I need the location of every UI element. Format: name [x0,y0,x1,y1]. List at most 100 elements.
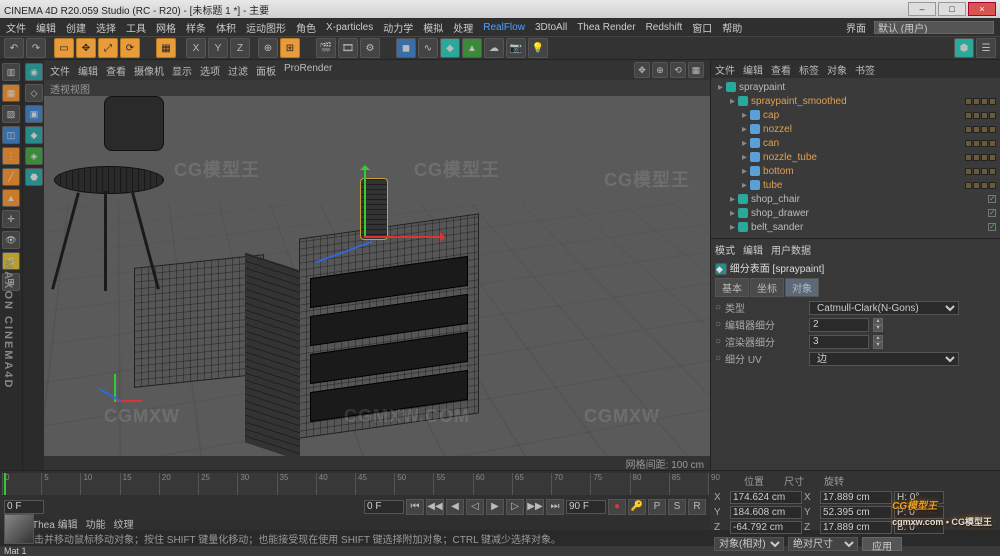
viewport-solo[interactable]: 👁 [2,231,20,249]
tree-row[interactable]: ▸spraypaint [715,80,996,94]
attr-类型[interactable]: Catmull-Clark(N-Gons) [809,301,959,315]
palette-5[interactable]: ◈ [25,147,43,165]
pos-Y[interactable] [730,506,802,519]
edge-mode[interactable]: ╱ [2,168,20,186]
om-menu-file[interactable]: 文件 [715,62,735,77]
attr-编辑器细分[interactable] [809,318,869,332]
vp-menu-edit[interactable]: 编辑 [78,63,98,78]
vp-menu-view[interactable]: 查看 [106,63,126,78]
object-name[interactable]: nozzel [763,124,962,135]
menu-file[interactable]: 文件 [6,20,26,35]
recent-tool[interactable]: ▦ [156,38,176,58]
menu-3dtoall[interactable]: 3DtoAll [535,22,567,33]
visibility-check[interactable] [988,195,996,203]
timeline[interactable]: 051015202530354045505560657075808590 [2,473,708,495]
object-name[interactable]: spraypaint [739,82,993,93]
tag-icon[interactable] [981,182,988,189]
tree-row[interactable]: ▸belt_sander [715,220,996,234]
coord-mode-1[interactable]: 对象(相对) [714,537,784,551]
tree-row[interactable]: ▸nozzle_tube [715,150,996,164]
layout-select[interactable] [874,21,994,34]
tag-icon[interactable] [973,140,980,147]
goto-end[interactable]: ⏭ [546,499,564,515]
add-generator[interactable]: ◆ [440,38,460,58]
object-name[interactable]: can [763,138,962,149]
goto-start[interactable]: ⏮ [406,499,424,515]
object-name[interactable]: nozzle_tube [763,152,962,163]
material-swatch[interactable] [4,514,34,544]
om-menu-bookmarks[interactable]: 书签 [855,62,875,77]
object-name[interactable]: cap [763,110,962,121]
tag-icon[interactable] [965,126,972,133]
vp-menu-options[interactable]: 选项 [200,63,220,78]
attr-tab-userdata[interactable]: 用户数据 [771,242,811,257]
scale-tool[interactable]: ⤢ [98,38,118,58]
menu-window[interactable]: 窗口 [692,20,712,35]
texture-mode[interactable]: ▨ [2,105,20,123]
tag-icon[interactable] [981,168,988,175]
om-menu-objects[interactable]: 对象 [827,62,847,77]
spinner[interactable]: ▴▾ [873,335,883,349]
tree-row[interactable]: ▸shop_drawer [715,206,996,220]
render-view[interactable]: 🎬 [316,38,336,58]
vp-nav-pan[interactable]: ✥ [634,62,650,78]
polygon-mode[interactable]: ▲ [2,189,20,207]
tag-icon[interactable] [981,126,988,133]
visibility-check[interactable] [988,223,996,231]
coord-system[interactable]: ⊕ [258,38,278,58]
menu-mesh[interactable]: 网格 [156,20,176,35]
menu-tools[interactable]: 工具 [126,20,146,35]
tag-icon[interactable] [965,112,972,119]
pos-Z[interactable] [730,521,802,534]
undo-button[interactable]: ↶ [4,38,24,58]
tag-icon[interactable] [989,182,996,189]
object-name[interactable]: belt_sander [751,222,982,233]
render-settings[interactable]: ⚙ [360,38,380,58]
object-name[interactable]: shop_drawer [751,208,982,219]
frame-start[interactable] [4,500,44,514]
object-name[interactable]: spraypaint_smoothed [751,96,962,107]
vp-menu-prorender[interactable]: ProRender [284,63,332,78]
tag-icon[interactable] [973,182,980,189]
record-key[interactable]: ● [608,499,626,515]
object-shop-drawer[interactable] [299,213,479,438]
menu-select[interactable]: 选择 [96,20,116,35]
tag-icon[interactable] [989,98,996,105]
play-forward[interactable]: ▶ [486,499,504,515]
menu-edit[interactable]: 编辑 [36,20,56,35]
tag-icon[interactable] [965,182,972,189]
tree-row[interactable]: ▸spraypaint_smoothed [715,94,996,108]
window-minimize[interactable]: – [908,2,936,16]
menu-create[interactable]: 创建 [66,20,86,35]
palette-6[interactable]: ⬣ [25,168,43,186]
window-close[interactable]: × [968,2,996,16]
tag-icon[interactable] [981,140,988,147]
coord-mode-2[interactable]: 绝对尺寸 [788,537,858,551]
add-light[interactable]: 💡 [528,38,548,58]
vp-menu-camera[interactable]: 摄像机 [134,63,164,78]
vp-nav-orbit[interactable]: ⟲ [670,62,686,78]
tag-icon[interactable] [989,154,996,161]
axis-x-toggle[interactable]: X [186,38,206,58]
menu-help[interactable]: 帮助 [722,20,742,35]
frame-end[interactable] [566,500,606,514]
mat-menu-function[interactable]: 功能 [86,516,106,531]
om-menu-view[interactable]: 查看 [771,62,791,77]
tag-icon[interactable] [965,154,972,161]
tree-row[interactable]: ▸nozzel [715,122,996,136]
palette-4[interactable]: ◆ [25,126,43,144]
tag-icon[interactable] [981,112,988,119]
autokey[interactable]: 🔑 [628,499,646,515]
next-frame[interactable]: ▷ [506,499,524,515]
menu-dynamics[interactable]: 动力学 [383,20,413,35]
key-pos[interactable]: P [648,499,666,515]
tag-icon[interactable] [981,98,988,105]
palette-1[interactable]: ◉ [25,63,43,81]
object-name[interactable]: bottom [763,166,962,177]
attr-subtab-object[interactable]: 对象 [785,278,819,297]
menu-volume[interactable]: 体积 [216,20,236,35]
tag-icon[interactable] [973,126,980,133]
add-cube[interactable]: ◼ [396,38,416,58]
tag-icon[interactable] [989,140,996,147]
tag-icon[interactable] [989,168,996,175]
